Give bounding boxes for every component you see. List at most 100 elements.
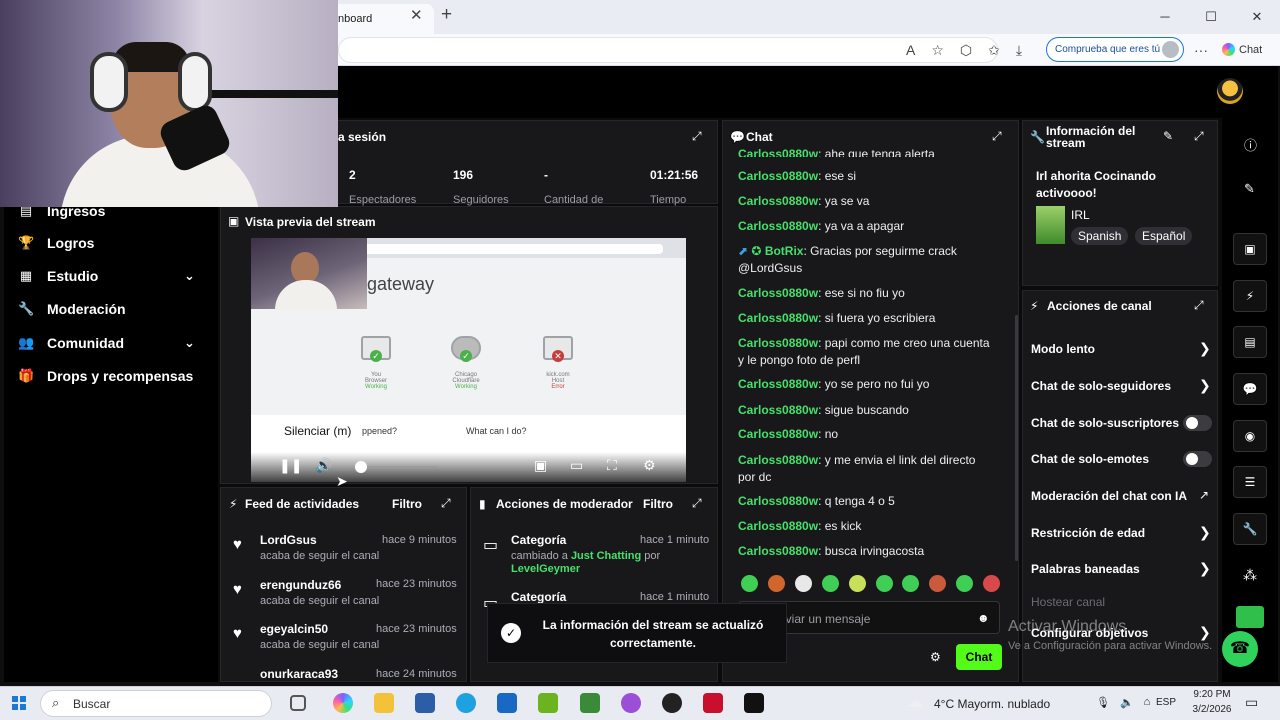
sidebar-item-moderacion[interactable]: 🔧 Moderación [18, 297, 126, 321]
app-icon[interactable] [703, 693, 723, 713]
fullscreen-icon[interactable]: ⛶ [607, 457, 617, 474]
emoji-icon[interactable]: ☻ [977, 611, 990, 625]
store-icon[interactable] [415, 693, 435, 713]
file-explorer-icon[interactable] [374, 693, 394, 713]
emotes-only-toggle[interactable] [1183, 451, 1212, 467]
chevron-right-icon[interactable]: ❯ [1199, 524, 1211, 541]
feed-filter-button[interactable]: Filtro [392, 497, 422, 511]
minimize-icon[interactable]: ─ [1142, 0, 1188, 34]
more-menu-icon[interactable]: ··· [1194, 42, 1208, 58]
edit-pencil-icon[interactable]: ✎ [1244, 181, 1255, 197]
expand-icon[interactable]: ⤢ [441, 496, 451, 511]
volume-icon[interactable]: 🔊 [315, 457, 332, 474]
mod-action-user[interactable]: LevelGeymer [511, 563, 580, 575]
chevron-down-icon[interactable]: ⌄ [184, 335, 195, 351]
rail-modlog-button[interactable]: ▤ [1233, 326, 1267, 358]
feed-user[interactable]: LordGsus [260, 533, 317, 547]
download-icon[interactable]: ⤓ [1016, 42, 1022, 59]
maximize-icon[interactable]: ☐ [1188, 0, 1234, 34]
favorite-star-icon[interactable]: ☆ [931, 42, 944, 59]
action-slow-mode[interactable]: Modo lento [1031, 342, 1095, 356]
speaker-icon[interactable]: 🔈 [1120, 696, 1134, 709]
sidebar-item-logros[interactable]: 🏆 Logros [18, 231, 94, 255]
address-bar[interactable] [338, 37, 998, 63]
mod-filter-button[interactable]: Filtro [643, 497, 673, 511]
app-icon[interactable] [580, 693, 600, 713]
feed-user[interactable]: erengunduz66 [260, 578, 341, 592]
rail-preview-button[interactable]: ▣ [1233, 233, 1267, 265]
emote-icon[interactable] [822, 575, 839, 592]
weather-text[interactable]: 4°C Mayorm. nublado [934, 697, 1050, 711]
new-tab-button[interactable]: + [441, 4, 452, 26]
expand-icon[interactable]: ⤢ [1194, 298, 1204, 313]
expand-icon[interactable]: ⤢ [992, 129, 1002, 144]
windows-start-icon[interactable] [12, 696, 26, 710]
profile-avatar-icon[interactable] [1162, 41, 1179, 58]
network-icon[interactable]: ⌂ [1144, 696, 1151, 709]
sidebar-item-estudio[interactable]: ▦ Estudio ⌄ [18, 264, 195, 288]
category-thumbnail[interactable] [1036, 206, 1065, 244]
action-ai-moderation[interactable]: Moderación del chat con IA [1031, 489, 1187, 503]
volume-slider[interactable] [356, 466, 437, 468]
app-icon[interactable] [621, 693, 641, 713]
outlook-icon[interactable] [497, 693, 517, 713]
chat-scrollbar[interactable] [1015, 315, 1018, 561]
chevron-right-icon[interactable]: ❯ [1199, 377, 1211, 394]
action-banned-words[interactable]: Palabras baneadas [1031, 562, 1140, 576]
chevron-right-icon[interactable]: ❯ [1199, 624, 1211, 641]
expand-icon[interactable]: ⤢ [692, 496, 702, 511]
edge-icon[interactable] [456, 693, 476, 713]
edit-pencil-icon[interactable]: ✎ [1163, 129, 1173, 143]
copilot-chat-button[interactable]: Chat [1222, 43, 1262, 56]
sidebar-item-comunidad[interactable]: 👥 Comunidad ⌄ [18, 331, 195, 355]
tab-close-icon[interactable]: ✕ [410, 6, 423, 24]
pip-icon[interactable]: ▣ [534, 457, 547, 474]
user-avatar[interactable] [1217, 78, 1243, 104]
capcut-icon[interactable] [744, 693, 764, 713]
chevron-right-icon[interactable]: ❯ [1199, 340, 1211, 357]
emote-icon[interactable] [983, 575, 1000, 592]
emote-icon[interactable] [849, 575, 866, 592]
tag-chip[interactable]: Español [1135, 227, 1193, 245]
emote-icon[interactable] [929, 575, 946, 592]
emote-icon[interactable] [902, 575, 919, 592]
clock-time[interactable]: 9:20 PM [1192, 689, 1232, 700]
external-link-icon[interactable]: ↗ [1199, 488, 1209, 502]
emote-icon[interactable] [768, 575, 785, 592]
emote-icon[interactable] [795, 575, 812, 592]
rail-layout-button[interactable]: ☰ [1233, 466, 1267, 498]
rail-actions-button[interactable]: ⚡ [1233, 280, 1267, 312]
emote-icon[interactable] [876, 575, 893, 592]
sidebar-item-drops[interactable]: 🎁 Drops y recompensas [18, 364, 193, 388]
rail-broadcast-button[interactable]: ◉ [1233, 420, 1267, 452]
feed-user[interactable]: onurkaraca93 [260, 667, 338, 679]
read-aloud-icon[interactable]: A [906, 42, 915, 59]
stream-video-player[interactable]: gateway ✓ You Browser Working ✓ Chicago Clo… [251, 238, 686, 482]
nvidia-icon[interactable] [538, 693, 558, 713]
category-name[interactable]: IRL [1071, 208, 1090, 222]
favorites-icon[interactable]: ✩ [988, 42, 1000, 59]
clapper-icon[interactable] [1236, 606, 1264, 628]
info-icon[interactable]: ⓘ [1244, 135, 1257, 154]
tag-chip[interactable]: Spanish [1071, 227, 1129, 245]
support-chat-button[interactable]: ☎ [1222, 631, 1258, 667]
community-nodes-icon[interactable]: ⁂ [1243, 567, 1257, 584]
notification-icon[interactable]: ▭ [1245, 694, 1258, 711]
pause-icon[interactable]: ❚❚ [279, 457, 302, 474]
feed-user[interactable]: egeyalcin50 [260, 622, 328, 636]
clock-date[interactable]: 3/2/2026 [1192, 704, 1232, 715]
theater-icon[interactable]: ▭ [570, 457, 583, 474]
microphone-icon[interactable]: 🎙 [1096, 696, 1110, 709]
volume-slider-handle[interactable] [355, 461, 367, 473]
action-followers-only[interactable]: Chat de solo-seguidores [1031, 379, 1171, 393]
settings-gear-icon[interactable]: ⚙ [643, 457, 656, 474]
emote-icon[interactable] [741, 575, 758, 592]
chat-send-button[interactable]: Chat [956, 644, 1002, 670]
rail-tools-button[interactable]: 🔧 [1233, 513, 1267, 545]
copilot-app-icon[interactable] [333, 693, 353, 713]
chevron-right-icon[interactable]: ❯ [1199, 560, 1211, 577]
subscribers-only-toggle[interactable] [1183, 415, 1212, 431]
weather-cloud-icon[interactable]: ☁ [906, 692, 923, 712]
extensions-icon[interactable]: ⬡ [960, 42, 972, 59]
action-age-restriction[interactable]: Restricción de edad [1031, 526, 1145, 540]
